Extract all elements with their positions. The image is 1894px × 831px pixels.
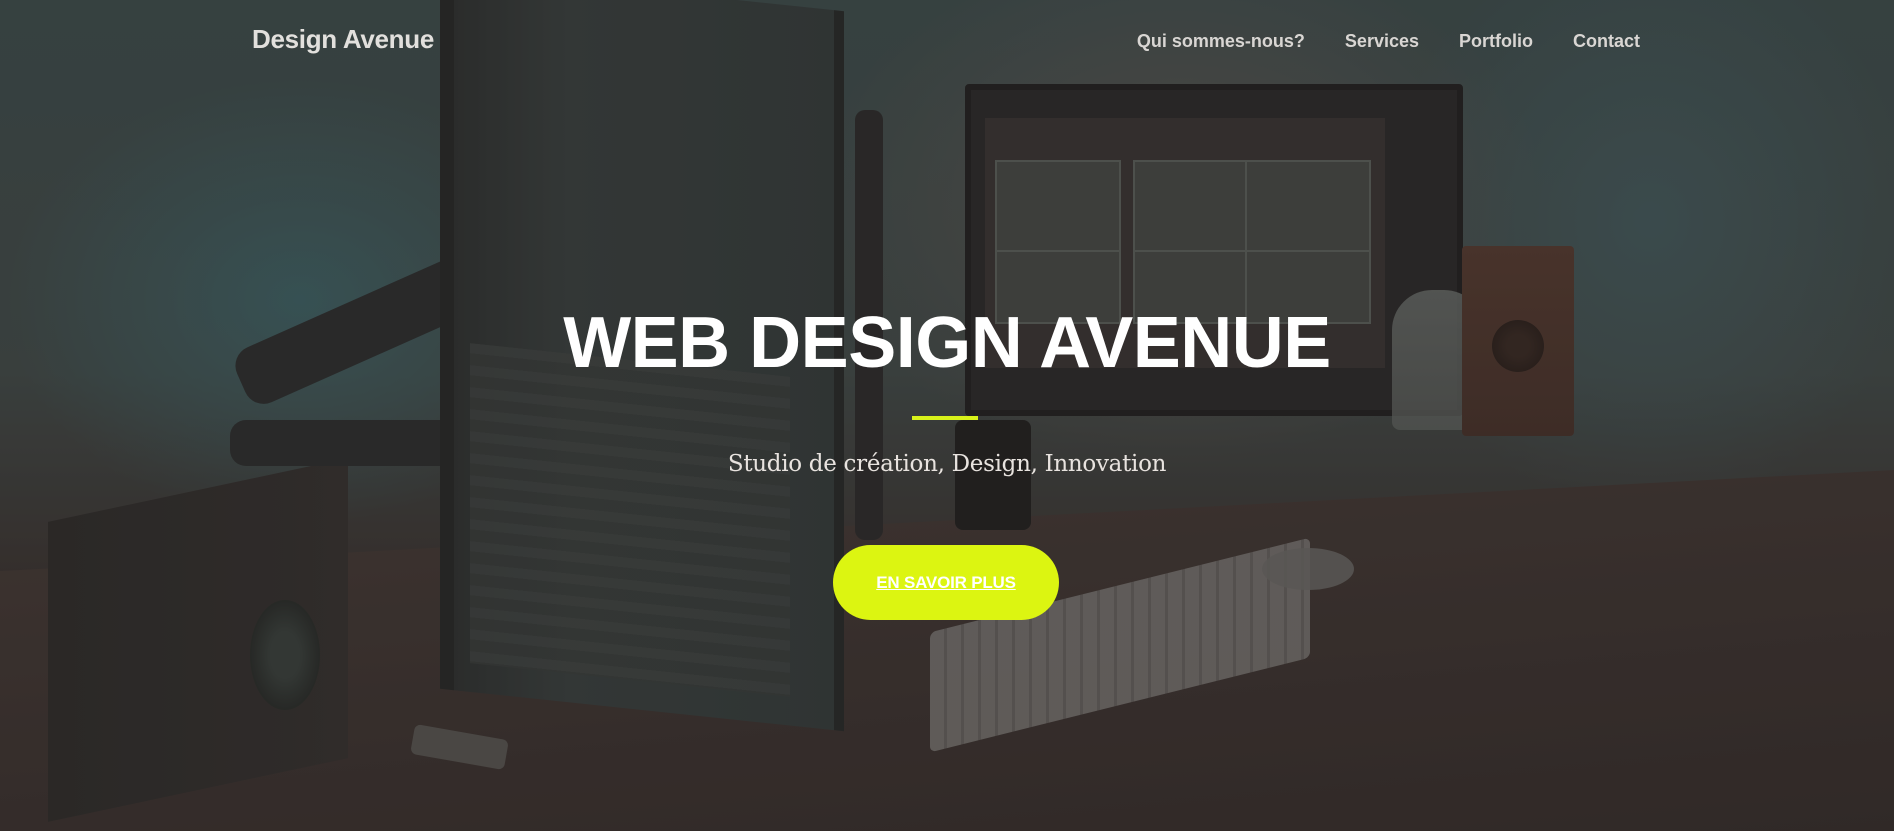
nav-item: Contact: [1573, 31, 1640, 52]
title-divider: [912, 416, 978, 420]
nav-link-services[interactable]: Services: [1345, 31, 1419, 51]
brand-logo-link[interactable]: Design Avenue: [252, 24, 434, 55]
navbar: Design Avenue Qui sommes-nous? Services …: [0, 0, 1894, 88]
nav-item: Portfolio: [1459, 31, 1533, 52]
nav-item: Services: [1345, 31, 1419, 52]
nav-link-portfolio[interactable]: Portfolio: [1459, 31, 1533, 51]
nav-item: Qui sommes-nous?: [1137, 31, 1305, 52]
hero-title: WEB DESIGN AVENUE: [563, 303, 1331, 383]
hero-section: Design Avenue Qui sommes-nous? Services …: [0, 0, 1894, 831]
learn-more-button[interactable]: EN SAVOIR PLUS: [833, 545, 1059, 620]
hero-subtitle: Studio de création, Design, Innovation: [727, 451, 1167, 477]
nav-link-qui-sommes-nous[interactable]: Qui sommes-nous?: [1137, 31, 1305, 51]
nav-menu: Qui sommes-nous? Services Portfolio Cont…: [1137, 31, 1640, 52]
nav-link-contact[interactable]: Contact: [1573, 31, 1640, 51]
